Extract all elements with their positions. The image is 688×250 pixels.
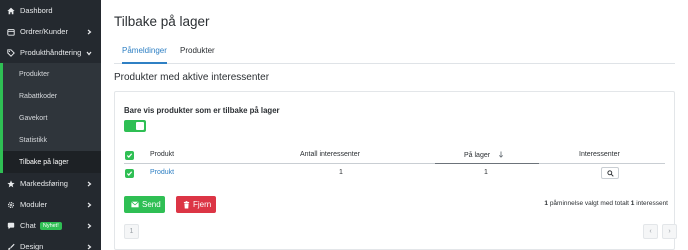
submenu-item-label: Rabattkoder [19,92,58,100]
remove-button[interactable]: Fjern [176,196,216,213]
view-interested-button[interactable] [601,167,619,179]
summary-text: interessent [634,200,668,207]
nav-item-label: Ordrer/Kunder [20,27,68,36]
submenu-item-label: Statistikk [19,136,48,144]
sort-indicator [435,163,539,164]
tab-produkter[interactable]: Produkter [180,46,215,64]
check-icon [126,153,133,158]
interest-card: Bare vis produkter som er tilbake på lag… [114,91,677,250]
search-icon [606,169,614,177]
product-link[interactable]: Produkt [150,169,174,176]
submenu-produkthandtering: Produkter Rabattkoder Gavekort Statistik… [0,63,101,173]
nav-item-label: Moduler [20,200,48,209]
nav-item-produkthandtering[interactable]: Produkthåndtering [0,42,101,63]
section-title: Produkter med aktive interessenter [114,72,270,83]
tab-bar: Påmeldinger Produkter [114,42,675,64]
submenu-item-produkter[interactable]: Produkter [3,63,101,85]
trash-icon [183,200,190,209]
tab-pameldinger[interactable]: Påmeldinger [122,46,167,64]
page-title: Tilbake på lager [114,14,210,29]
check-icon [126,171,133,176]
new-badge: Nyhet! [39,221,62,230]
table-row: Produkt 1 1 [124,166,665,182]
submenu-item-label: Tilbake på lager [19,158,69,166]
row-checkbox[interactable] [125,169,134,178]
next-page-button[interactable]: › [662,224,677,239]
nav-item-label: Dashbord [20,6,53,15]
main-content: Tilbake på lager Påmeldinger Produkter P… [101,0,688,250]
sidebar: Dashbord Ordrer/Kunder Produkthåndtering… [0,0,101,250]
submenu-item-rabattkoder[interactable]: Rabattkoder [3,85,101,107]
nav-item-ordrer-kunder[interactable]: Ordrer/Kunder [0,21,101,42]
stock-count: 1 [484,169,488,176]
chevron-right-icon [84,27,93,36]
column-header-produkt[interactable]: Produkt [150,151,174,158]
select-all-checkbox[interactable] [125,151,134,160]
column-header-antall[interactable]: Antall interessenter [300,151,360,158]
send-button[interactable]: Send [124,196,165,213]
chevron-right-icon [84,179,93,188]
gear-icon [6,200,15,209]
brush-icon [6,242,15,250]
filter-label: Bare vis produkter som er tilbake på lag… [124,106,280,115]
nav-item-moduler[interactable]: Moduler [0,194,101,215]
submenu-item-tilbake-pa-lager[interactable]: Tilbake på lager [3,151,101,173]
remove-button-label: Fjern [193,200,212,209]
star-icon [6,179,15,188]
toggle-knob [136,122,144,130]
prev-page-button[interactable]: ‹ [643,224,658,239]
nav-item-markedsforing[interactable]: Markedsføring [0,173,101,194]
send-button-label: Send [142,200,161,209]
chevron-down-icon [84,48,93,57]
sort-desc-icon [498,151,504,158]
nav-item-dashbord[interactable]: Dashbord [0,0,101,21]
summary-text: påminnelse valgt med totalt [548,200,631,207]
nav-item-label: Chat [20,221,36,230]
table-header: Produkt Antall interessenter På lager In… [124,148,665,164]
column-header-pa-lager[interactable]: På lager [464,151,504,159]
cart-icon [6,27,15,36]
column-header-label: På lager [464,152,491,159]
submenu-item-gavekort[interactable]: Gavekort [3,107,101,129]
nav-item-label: Design [20,242,44,250]
selection-summary: 1 påminnelse valgt med totalt 1 interess… [544,200,668,207]
chat-icon [6,221,15,230]
submenu-item-label: Produkter [19,70,50,78]
nav-item-label: Produkthåndtering [20,48,82,57]
in-stock-toggle[interactable] [124,120,146,132]
column-header-interessenter: Interessenter [579,151,620,158]
page-button-1[interactable]: 1 [124,224,139,239]
chevron-right-icon [84,221,93,230]
home-icon [6,6,15,15]
envelope-icon [131,201,139,208]
submenu-item-statistikk[interactable]: Statistikk [3,129,101,151]
submenu-item-label: Gavekort [19,114,48,122]
nav-item-design[interactable]: Design [0,236,101,250]
tag-icon [6,48,15,57]
chevron-right-icon [84,242,93,250]
nav-item-label: Markedsføring [20,179,68,188]
chevron-right-icon [84,200,93,209]
nav-item-chat[interactable]: Chat Nyhet! [0,215,101,236]
interest-count: 1 [339,169,343,176]
